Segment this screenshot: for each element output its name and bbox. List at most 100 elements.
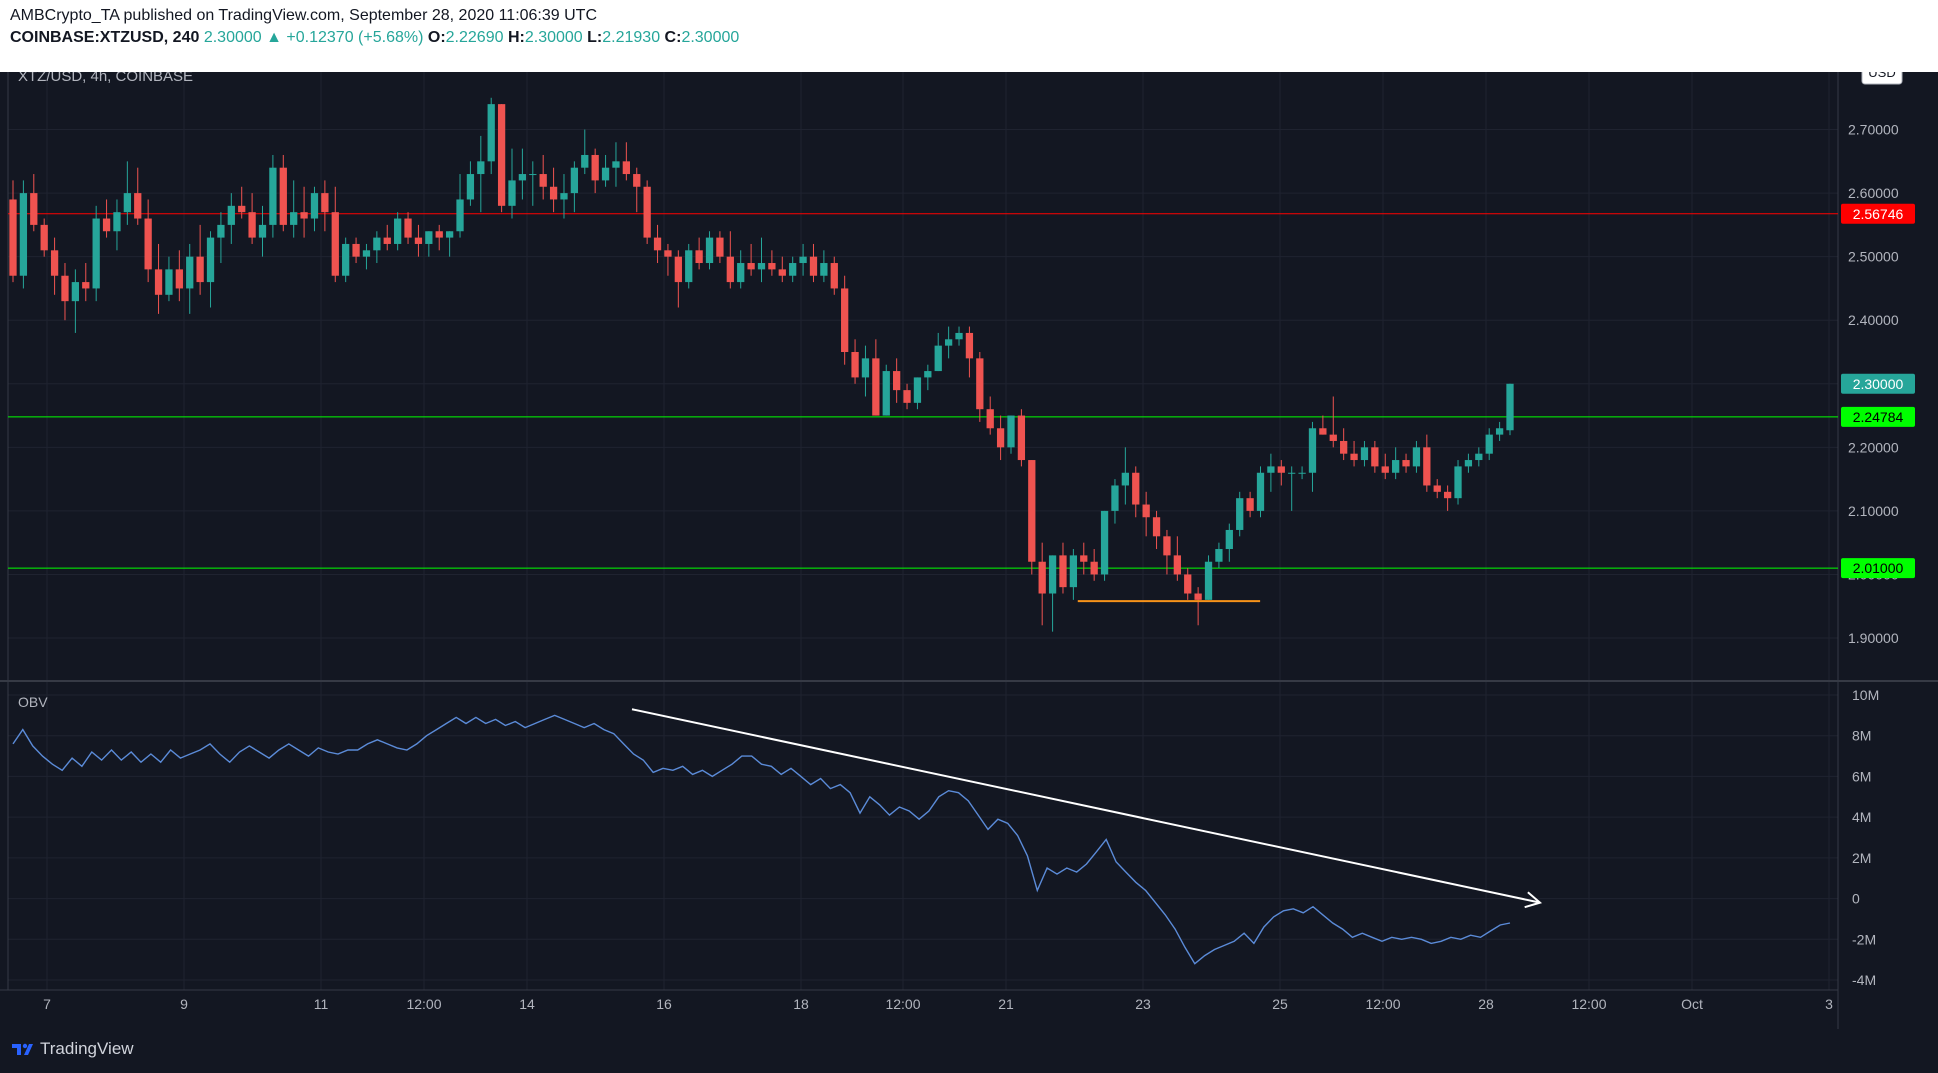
bearish-candle xyxy=(986,409,994,429)
chart-area[interactable]: 1.900002.000002.100002.200002.300002.400… xyxy=(0,0,1938,1029)
obv-tick-label: 6M xyxy=(1852,768,1871,784)
bearish-candle xyxy=(643,186,651,238)
time-tick-label: 25 xyxy=(1272,996,1288,1012)
bearish-candle xyxy=(321,193,329,213)
bullish-candle xyxy=(612,161,620,168)
bearish-candle xyxy=(903,390,911,403)
bullish-candle xyxy=(92,218,100,289)
symbol-ohlc-line: COINBASE:XTZUSD, 240 2.30000 ▲ +0.12370 … xyxy=(10,29,739,47)
obv-tick-label: -2M xyxy=(1852,931,1876,947)
bullish-candle xyxy=(466,174,475,200)
bearish-candle xyxy=(726,256,734,283)
bullish-candle xyxy=(737,263,745,283)
bullish-candle xyxy=(1298,472,1306,474)
open-label: O: xyxy=(427,29,446,46)
price-tick-label: 2.40000 xyxy=(1848,312,1899,328)
bearish-candle xyxy=(653,237,662,251)
bullish-candle xyxy=(1495,428,1504,435)
bullish-candle xyxy=(934,345,942,372)
bearish-candle xyxy=(778,269,786,276)
bullish-candle xyxy=(342,243,350,276)
bullish-candle xyxy=(581,154,589,168)
obv-tick-label: 8M xyxy=(1852,728,1871,744)
bearish-candle xyxy=(830,263,838,289)
obv-tick-label: 2M xyxy=(1852,850,1871,866)
bullish-candle xyxy=(362,250,371,257)
bearish-candle xyxy=(1319,428,1327,435)
bullish-candle xyxy=(1506,383,1514,431)
bullish-candle xyxy=(1475,453,1483,461)
bearish-candle xyxy=(175,269,183,289)
bearish-candle xyxy=(300,212,308,219)
bearish-candle xyxy=(1173,555,1181,575)
bearish-candle xyxy=(1152,517,1161,537)
bullish-candle xyxy=(1454,466,1462,499)
bearish-candle xyxy=(893,371,901,391)
bearish-candle xyxy=(591,154,599,181)
bearish-candle xyxy=(1371,447,1379,467)
bearish-candle xyxy=(1246,498,1254,511)
bearish-candle xyxy=(1017,415,1026,461)
bearish-candle xyxy=(1090,561,1098,575)
support-level-label: 2.01000 xyxy=(1853,560,1904,576)
symbol-title: XTZ/USD, 4h, COINBASE xyxy=(18,72,193,85)
bearish-candle xyxy=(872,358,880,416)
bullish-candle xyxy=(19,193,28,276)
up-arrow-icon: ▲ xyxy=(266,29,282,46)
bullish-candle xyxy=(1464,460,1473,467)
bullish-candle xyxy=(1485,434,1493,454)
bullish-candle xyxy=(227,205,235,225)
bearish-candle xyxy=(279,167,287,225)
tradingview-logo-icon xyxy=(12,1043,33,1055)
bearish-candle xyxy=(1163,536,1171,556)
bullish-candle xyxy=(518,174,527,181)
bearish-candle xyxy=(1443,491,1452,499)
bullish-candle xyxy=(71,282,80,302)
bullish-candle xyxy=(924,371,932,378)
bearish-candle xyxy=(435,231,443,238)
chart-canvas[interactable]: 1.900002.000002.100002.200002.300002.400… xyxy=(0,0,1938,1029)
bullish-candle xyxy=(394,218,402,244)
obv-title: OBV xyxy=(18,694,48,710)
bearish-candle xyxy=(144,218,152,270)
bullish-candle xyxy=(290,212,298,225)
bearish-candle xyxy=(1340,440,1348,454)
bearish-candle xyxy=(30,193,38,225)
low-label: L: xyxy=(587,29,603,46)
bullish-candle xyxy=(1048,555,1057,594)
price-tick-label: 2.50000 xyxy=(1848,249,1899,265)
bullish-candle xyxy=(705,237,714,264)
bullish-candle xyxy=(913,377,922,403)
tradingview-brand: TradingView xyxy=(40,1039,134,1058)
time-tick-label: 12:00 xyxy=(1365,996,1400,1012)
bearish-candle xyxy=(1142,504,1150,518)
bearish-candle xyxy=(134,193,142,219)
bullish-candle xyxy=(310,193,319,219)
bearish-candle xyxy=(851,352,859,378)
bearish-candle xyxy=(61,275,69,302)
bearish-candle xyxy=(352,243,360,257)
bearish-candle xyxy=(248,212,256,238)
bullish-candle xyxy=(1100,510,1109,575)
bearish-candle xyxy=(1059,555,1067,588)
bearish-candle xyxy=(1433,485,1441,492)
bullish-candle xyxy=(425,231,433,244)
bullish-candle xyxy=(882,371,890,416)
bearish-candle xyxy=(1350,453,1358,461)
time-tick-label: 12:00 xyxy=(1571,996,1606,1012)
tradingview-logo[interactable]: TradingView xyxy=(10,1039,134,1059)
bearish-candle xyxy=(809,256,818,276)
bearish-candle xyxy=(1038,561,1046,594)
currency-label: USD xyxy=(1868,72,1895,80)
bullish-candle xyxy=(477,161,485,175)
publish-header: AMBCrypto_TA published on TradingView.co… xyxy=(0,0,1938,72)
bullish-candle xyxy=(1121,472,1129,486)
last-price: 2.30000 xyxy=(203,29,262,46)
bullish-candle xyxy=(1412,447,1421,467)
bullish-candle xyxy=(1288,472,1296,474)
bearish-candle xyxy=(996,428,1005,448)
bullish-candle xyxy=(861,358,870,378)
time-tick-label: 21 xyxy=(998,996,1014,1012)
obv-tick-label: 0 xyxy=(1852,891,1860,907)
price-tick-label: 2.70000 xyxy=(1848,122,1899,138)
